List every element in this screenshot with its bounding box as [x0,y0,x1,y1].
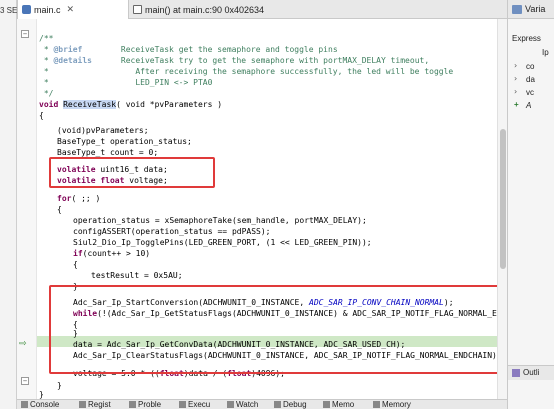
column-header-label: Ip [542,48,549,57]
tab-problems[interactable]: Proble [129,400,161,409]
tab-registers[interactable]: Regist [79,400,111,409]
variables-panel-title: Varia [525,4,546,14]
memory-browser-icon [373,401,380,409]
outline-icon [512,369,520,377]
code-line: testResult = 0x5AU; [91,271,183,280]
instruction-pointer-icon: ⇨ [19,339,27,349]
tab-memo[interactable]: Memo [323,400,354,409]
tab-executables[interactable]: Execu [179,400,210,409]
editor-tabbar: main.c ✕ main() at main.c:90 0x402634 [17,0,507,19]
tab-memory[interactable]: Memory [373,400,411,409]
code-line: void ReceiveTask( void *pvParameters ) [39,100,223,109]
code-line: } [39,390,44,399]
memory-icon [323,401,330,409]
add-expression-label[interactable]: A [526,101,531,110]
console-icon [21,401,28,409]
fold-toggle-icon[interactable]: − [21,377,29,385]
tab-debug[interactable]: Debug [274,400,307,409]
editor-vertical-scrollbar[interactable] [497,19,507,399]
annotation-box-adc-block [49,285,497,374]
code-line: * LED_PIN <-> PTA0 [39,78,213,87]
code-line: { [57,205,62,214]
c-file-icon [22,5,31,14]
close-icon[interactable]: ✕ [67,4,75,15]
expand-icon[interactable]: › [514,61,517,70]
code-line: for( ;; ) [57,194,101,203]
executables-icon [179,401,186,409]
outline-panel-title: Outli [523,368,540,377]
function-name-receivetask: ReceiveTask [63,100,117,109]
code-line: } [57,381,62,390]
tab-console[interactable]: Console [21,400,59,409]
code-line: if(count++ > 10) [73,249,151,258]
left-panel-strip: 3 SE [0,0,17,409]
code-line: { [39,111,44,120]
variable-item[interactable]: vc [526,88,534,97]
add-expression-icon[interactable]: + [514,100,519,109]
tab-main-c[interactable]: main.c ✕ [17,0,129,19]
expand-icon[interactable]: › [514,87,517,96]
tab-watch[interactable]: Watch [227,400,258,409]
expand-icon[interactable]: › [514,74,517,83]
variables-panel-header[interactable]: Varia [508,0,554,19]
bottom-view-tabbar: Console Regist Proble Execu Watch Debug … [17,399,507,409]
problems-icon [129,401,136,409]
left-panel-label: 3 SE [0,6,18,15]
editor-gutter: − − ⇨ [17,19,37,399]
tab-debug-frame[interactable]: main() at main.c:90 0x402634 [133,0,313,19]
code-line: { [73,260,78,269]
tab-debug-frame-label: main() at main.c:90 0x402634 [145,4,265,15]
variable-item[interactable]: da [526,75,535,84]
expressions-label: Express [512,34,541,43]
code-editor[interactable]: /** * @brief ReceiveTask get the semapho… [37,19,497,399]
watch-icon [227,401,234,409]
tab-main-c-label: main.c [34,4,61,15]
variables-icon [512,4,522,14]
registers-icon [79,401,86,409]
fold-toggle-icon[interactable]: − [21,30,29,38]
debug-frame-icon [133,5,142,14]
debug-icon [274,401,281,409]
variables-panel: Varia Express Ip › co › da › vc + A Outl… [507,0,554,409]
scrollbar-thumb[interactable] [500,129,506,269]
annotation-box-volatile-decls [49,157,215,188]
outline-panel-header[interactable]: Outli [508,366,554,380]
variable-item[interactable]: co [526,62,534,71]
